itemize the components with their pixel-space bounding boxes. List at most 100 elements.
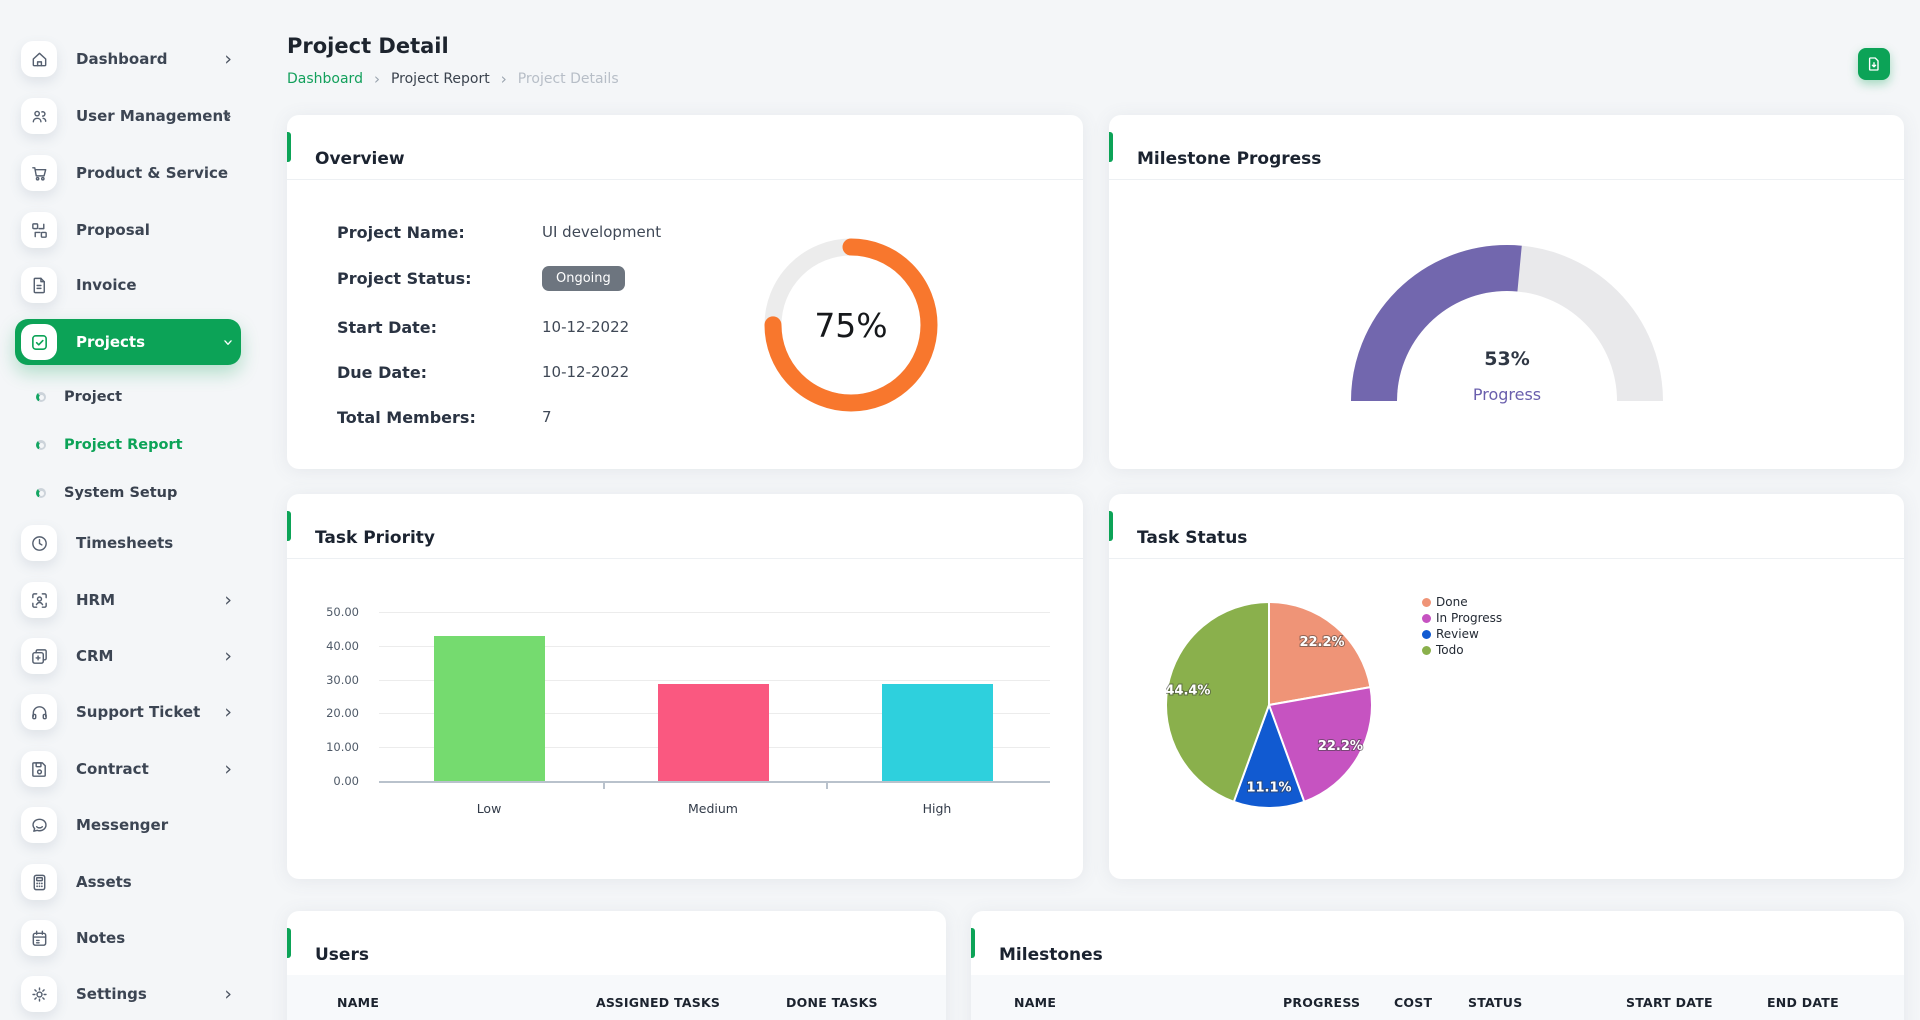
- sidebar-item-label: Assets: [76, 873, 132, 891]
- breadcrumb: Dashboard › Project Report › Project Det…: [287, 70, 619, 88]
- id-card-icon: [21, 638, 57, 674]
- sub-bullet-icon: [36, 488, 46, 498]
- sidebar-item-timesheets[interactable]: Timesheets: [15, 520, 241, 566]
- pie-slice-label: 22.2%: [1318, 739, 1363, 754]
- breadcrumb-separator: ›: [501, 70, 507, 88]
- sidebar-item-settings[interactable]: Settings ›: [15, 971, 241, 1017]
- file-invoice-icon: [21, 267, 57, 303]
- users-table-card: Users NAMEASSIGNED TASKSDONE TASKS: [287, 911, 946, 1020]
- calendar-icon: [21, 920, 57, 956]
- field-label: Project Name:: [337, 223, 542, 242]
- legend-label: Review: [1436, 627, 1479, 641]
- field-value: UI development: [542, 223, 661, 241]
- chevron-down-icon: ›: [219, 338, 238, 346]
- sidebar-item-label: Projects: [76, 333, 145, 351]
- cart-icon: [21, 155, 57, 191]
- x-axis-category-label: Medium: [653, 801, 773, 816]
- sidebar-item-label: Support Ticket: [76, 703, 200, 721]
- page-title: Project Detail: [287, 34, 449, 58]
- sidebar-item-label: Product & Service: [76, 164, 228, 182]
- y-axis-tick-label: 50.00: [299, 605, 359, 619]
- sidebar-item-projects[interactable]: Projects ›: [15, 319, 241, 365]
- sidebar-item-label: Project: [64, 389, 122, 405]
- check-square-icon: [21, 324, 57, 360]
- card-title: Task Status: [1137, 528, 1247, 548]
- clock-icon: [21, 525, 57, 561]
- x-axis-category-label: High: [877, 801, 997, 816]
- overview-field-project-name: Project Name: UI development: [337, 217, 661, 247]
- home-icon: [21, 41, 57, 77]
- milestone-progress-gauge: [1351, 245, 1663, 401]
- gear-icon: [21, 976, 57, 1012]
- overview-field-start-date: Start Date: 10-12-2022: [337, 312, 629, 342]
- y-axis-tick-label: 0.00: [299, 774, 359, 788]
- sidebar-subitem-project[interactable]: Project: [30, 384, 240, 410]
- overview-field-due-date: Due Date: 10-12-2022: [337, 357, 629, 387]
- sidebar-subitem-project-report[interactable]: Project Report: [30, 432, 240, 458]
- sidebar-item-label: Dashboard: [76, 50, 167, 68]
- card-divider: [1109, 179, 1904, 180]
- task-priority-bar-chart: 0.0010.0020.0030.0040.0050.00LowMediumHi…: [287, 494, 1083, 879]
- column-header: NAME: [1014, 995, 1056, 1010]
- sidebar-subitem-system-setup[interactable]: System Setup: [30, 480, 240, 506]
- export-report-button[interactable]: [1858, 48, 1890, 80]
- sidebar-item-label: Invoice: [76, 276, 137, 294]
- headphones-icon: [21, 694, 57, 730]
- sidebar-item-contract[interactable]: Contract ›: [15, 746, 241, 792]
- field-value: 10-12-2022: [542, 318, 629, 336]
- column-header: ASSIGNED TASKS: [596, 995, 720, 1010]
- sidebar-item-support-ticket[interactable]: Support Ticket ›: [15, 689, 241, 735]
- sub-bullet-icon: [36, 440, 46, 450]
- breadcrumb-dashboard-link[interactable]: Dashboard: [287, 71, 363, 87]
- pie-slice-label: 11.1%: [1246, 780, 1291, 795]
- card-title: Milestone Progress: [1137, 149, 1321, 169]
- calculator-icon: [21, 864, 57, 900]
- users-icon: [21, 98, 57, 134]
- pie-legend: DoneIn ProgressReviewTodo: [1422, 594, 1502, 658]
- donut-percentage-label: 75%: [764, 238, 938, 412]
- y-axis-tick-label: 30.00: [299, 673, 359, 687]
- x-axis-tick: [603, 783, 605, 789]
- floppy-icon: [21, 751, 57, 787]
- y-axis-tick-label: 10.00: [299, 740, 359, 754]
- milestones-table-header-row: NAMEPROGRESSCOSTSTATUSSTART DATEEND DATE: [971, 975, 1904, 1020]
- overview-field-project-status: Project Status: Ongoing: [337, 263, 625, 293]
- card-divider: [1109, 558, 1904, 559]
- sidebar-item-label: Notes: [76, 929, 125, 947]
- sidebar-item-notes[interactable]: Notes: [15, 915, 241, 961]
- field-label: Start Date:: [337, 318, 542, 337]
- chevron-right-icon: ›: [224, 703, 232, 722]
- chat-icon: [21, 807, 57, 843]
- sidebar-item-assets[interactable]: Assets: [15, 859, 241, 905]
- y-gridline: [379, 612, 1050, 613]
- breadcrumb-project-report-link[interactable]: Project Report: [391, 71, 490, 87]
- sidebar-item-product-service[interactable]: Product & Service: [15, 150, 241, 196]
- overview-field-total-members: Total Members: 7: [337, 402, 552, 432]
- column-header: DONE TASKS: [786, 995, 878, 1010]
- chevron-right-icon: ›: [224, 50, 232, 69]
- task-status-pie-chart: 22.2%22.2%11.1%44.4%: [1166, 602, 1372, 808]
- sidebar-item-label: System Setup: [64, 485, 177, 501]
- milestone-progress-card: Milestone Progress 53% Progress: [1109, 115, 1904, 469]
- field-label: Due Date:: [337, 363, 542, 382]
- sidebar-item-user-management[interactable]: User Management ›: [15, 93, 241, 139]
- sidebar-item-dashboard[interactable]: Dashboard ›: [15, 36, 241, 82]
- bar-medium: [658, 684, 769, 781]
- y-axis-tick-label: 20.00: [299, 706, 359, 720]
- sidebar-item-messenger[interactable]: Messenger: [15, 802, 241, 848]
- sidebar-item-proposal[interactable]: Proposal: [15, 207, 241, 253]
- card-accent-bar: [287, 928, 291, 958]
- card-title: Milestones: [999, 945, 1103, 965]
- sidebar-item-label: Project Report: [64, 437, 183, 453]
- breadcrumb-separator: ›: [374, 70, 380, 88]
- sidebar-item-label: Settings: [76, 985, 147, 1003]
- milestones-table-card: Milestones NAMEPROGRESSCOSTSTATUSSTART D…: [971, 911, 1904, 1020]
- sidebar-item-label: Proposal: [76, 221, 150, 239]
- sidebar-item-hrm[interactable]: HRM ›: [15, 577, 241, 623]
- sidebar-item-label: Contract: [76, 760, 149, 778]
- sidebar-item-invoice[interactable]: Invoice: [15, 262, 241, 308]
- legend-item-todo: Todo: [1422, 642, 1502, 658]
- chevron-right-icon: ›: [224, 760, 232, 779]
- sidebar-item-crm[interactable]: CRM ›: [15, 633, 241, 679]
- card-accent-bar: [1109, 132, 1113, 162]
